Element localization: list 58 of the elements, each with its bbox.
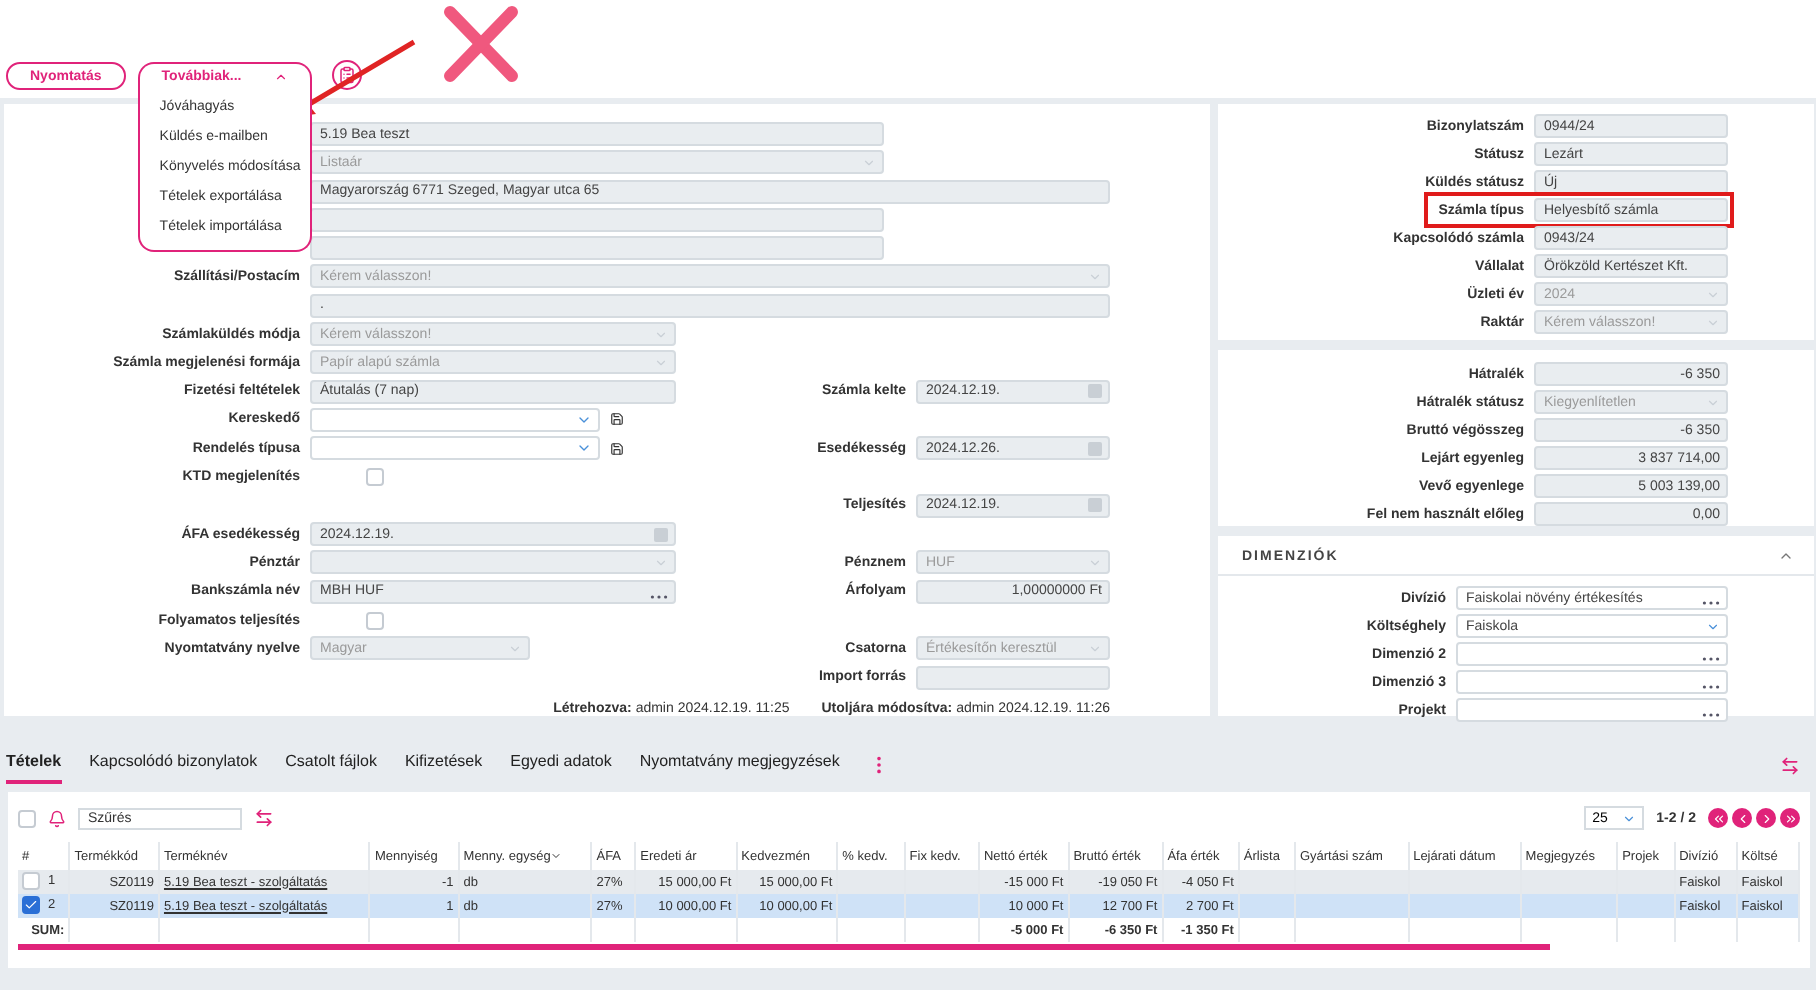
chevron-up-icon xyxy=(273,69,288,83)
save-icon[interactable] xyxy=(610,441,624,456)
scrollbar[interactable] xyxy=(18,944,1551,949)
chevron-down-icon xyxy=(1706,395,1720,409)
input-field[interactable] xyxy=(310,236,884,261)
ellipsis-icon xyxy=(1702,656,1720,662)
input-field[interactable] xyxy=(310,207,884,232)
previous-page-button[interactable] xyxy=(1732,808,1752,828)
calendar-icon xyxy=(1088,441,1102,456)
double-chevron-left-icon xyxy=(1711,811,1725,825)
row-checkbox[interactable] xyxy=(22,871,40,889)
chevron-down-icon xyxy=(1088,555,1102,570)
row-checkbox[interactable] xyxy=(22,896,40,914)
ellipsis-icon xyxy=(1702,684,1720,690)
select-field[interactable] xyxy=(310,407,600,432)
input-field[interactable] xyxy=(916,665,1110,690)
tab[interactable]: Kapcsolódó bizonylatok xyxy=(89,752,258,784)
chevron-down-icon xyxy=(1706,619,1720,633)
lookup-field[interactable] xyxy=(1456,670,1728,694)
chevron-down-icon xyxy=(654,555,668,570)
checkbox[interactable] xyxy=(366,468,384,487)
cross-mark-icon xyxy=(444,6,518,82)
swap-icon[interactable] xyxy=(1780,756,1800,776)
select-field[interactable] xyxy=(310,550,676,575)
clipboard-icon xyxy=(337,66,356,84)
chevron-down-icon xyxy=(1088,269,1102,284)
tab[interactable]: Kifizetések xyxy=(404,752,483,784)
save-icon[interactable] xyxy=(610,412,624,427)
next-page-button[interactable] xyxy=(1756,808,1776,828)
tab[interactable]: Csatolt fájlok xyxy=(285,752,377,784)
chevron-down-icon xyxy=(508,641,522,656)
swap-icon[interactable] xyxy=(254,808,274,828)
select-field[interactable] xyxy=(310,436,600,461)
tab[interactable]: Egyedi adatok xyxy=(510,752,612,784)
bell-icon[interactable] xyxy=(48,809,66,827)
first-page-button[interactable] xyxy=(1708,808,1728,828)
checkbox[interactable] xyxy=(366,611,384,630)
ellipsis-icon xyxy=(1702,600,1720,606)
chevron-down-icon xyxy=(550,849,563,862)
chevron-down-icon xyxy=(862,155,876,170)
check-icon xyxy=(24,898,38,912)
checkbox[interactable] xyxy=(18,809,36,827)
lookup-field[interactable] xyxy=(1456,698,1728,722)
last-page-button[interactable] xyxy=(1780,808,1800,828)
ellipsis-icon xyxy=(650,593,668,600)
ellipsis-icon xyxy=(1702,712,1720,718)
tab[interactable]: Nyomtatvány megjegyzések xyxy=(639,752,840,784)
lookup-field[interactable] xyxy=(1456,642,1728,666)
chevron-up-icon[interactable] xyxy=(1778,548,1794,564)
chevron-left-icon xyxy=(1735,811,1749,825)
calendar-icon xyxy=(1088,498,1102,513)
tab[interactable]: Tételek xyxy=(6,752,62,784)
calendar-icon xyxy=(1088,384,1102,399)
calendar-icon xyxy=(654,527,668,542)
double-chevron-right-icon xyxy=(1783,811,1797,825)
chevron-down-icon xyxy=(1088,641,1102,656)
chevron-down-icon xyxy=(1622,811,1637,825)
chevron-right-icon xyxy=(1759,811,1773,825)
